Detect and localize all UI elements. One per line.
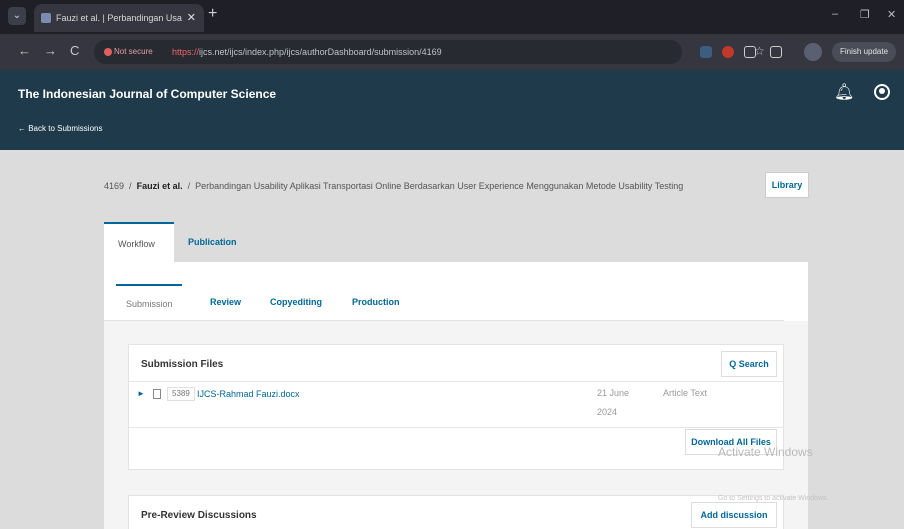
browser-tab-bar: ⌄ Fauzi et al. | Perbandingan Usa ✕ + – … xyxy=(0,0,904,34)
tab-copyediting[interactable]: Copyediting xyxy=(260,284,332,320)
finish-update-button[interactable]: Finish update xyxy=(832,42,897,62)
submission-stage-area: Submission Files Q Search ► 5389 IJCS-Ra… xyxy=(104,321,808,529)
app-header: The Indonesian Journal of Computer Scien… xyxy=(0,70,904,150)
workflow-panel: Submission Review Copyediting Production… xyxy=(104,262,808,529)
browser-tab[interactable]: Fauzi et al. | Perbandingan Usa ✕ xyxy=(34,4,204,32)
file-name-link[interactable]: IJCS-Rahmad Fauzi.docx xyxy=(197,389,300,399)
tab-production[interactable]: Production xyxy=(342,284,410,320)
user-account-icon[interactable] xyxy=(874,84,890,100)
extension-icon[interactable] xyxy=(722,46,734,58)
address-bar[interactable]: Not secure https://ijcs.net/ijcs/index.p… xyxy=(94,40,765,64)
forward-arrow-icon[interactable]: → xyxy=(44,43,57,58)
extensions-puzzle-icon[interactable] xyxy=(744,46,756,58)
extension-icon[interactable] xyxy=(700,46,712,58)
tab-search-menu-button[interactable]: ⌄ xyxy=(8,7,26,25)
submission-files-title: Submission Files xyxy=(141,359,224,370)
submission-authors: Fauzi et al. xyxy=(136,181,183,191)
journal-title[interactable]: The Indonesian Journal of Computer Scien… xyxy=(18,87,276,101)
tab-publication[interactable]: Publication xyxy=(174,222,251,262)
tab-title: Fauzi et al. | Perbandingan Usa xyxy=(56,13,182,23)
tab-workflow[interactable]: Workflow xyxy=(104,222,174,262)
breadcrumb-separator: / xyxy=(129,181,132,191)
url-scheme: https:// xyxy=(172,47,200,57)
back-to-submissions-link[interactable]: ← Back to Submissions xyxy=(18,124,102,133)
breadcrumb: 4169 / Fauzi et al. / Perbandingan Usabi… xyxy=(104,181,683,191)
browser-toolbar: ← → C Not secure https://ijcs.net/ijcs/i… xyxy=(0,34,904,70)
file-type: Article Text xyxy=(663,388,707,398)
url-text: https://ijcs.net/ijcs/index.php/ijcs/aut… xyxy=(172,45,442,59)
file-date-day: 21 June xyxy=(597,388,630,398)
submission-id: 4169 xyxy=(104,181,125,191)
submission-title: Perbandingan Usability Aplikasi Transpor… xyxy=(195,181,684,191)
new-tab-button[interactable]: + xyxy=(208,5,217,23)
divider xyxy=(129,427,783,428)
tab-submission[interactable]: Submission xyxy=(116,284,182,320)
maximize-icon[interactable]: ❐ xyxy=(860,8,870,21)
url-path: ijcs.net/ijcs/index.php/ijcs/authorDashb… xyxy=(199,47,442,57)
browser-profile-icon[interactable] xyxy=(804,43,822,61)
main-content: 4169 / Fauzi et al. / Perbandingan Usabi… xyxy=(0,150,904,529)
reload-icon[interactable]: C xyxy=(70,43,79,58)
activate-windows-subtext: Go to Settings to activate Windows. xyxy=(718,495,829,502)
file-id: 5389 xyxy=(167,387,195,401)
window-close-icon[interactable]: ✕ xyxy=(887,8,896,21)
minimize-icon[interactable]: – xyxy=(832,8,838,20)
discussions-title: Pre-Review Discussions xyxy=(141,510,257,521)
pre-review-discussions-panel: Pre-Review Discussions Add discussion xyxy=(128,495,784,529)
submission-files-panel: Submission Files Q Search ► 5389 IJCS-Ra… xyxy=(128,344,784,470)
expand-caret-icon[interactable]: ► xyxy=(137,389,145,398)
file-row: ► 5389 IJCS-Rahmad Fauzi.docx 21 June 20… xyxy=(129,382,783,427)
notification-bell-icon[interactable]: 🔔︎ xyxy=(834,82,854,102)
not-secure-badge[interactable]: Not secure xyxy=(102,45,158,59)
library-button[interactable]: Library xyxy=(765,172,809,198)
add-discussion-button[interactable]: Add discussion xyxy=(691,502,777,528)
search-files-button[interactable]: Q Search xyxy=(721,351,777,377)
back-arrow-icon[interactable]: ← xyxy=(18,43,31,58)
favicon-icon xyxy=(41,13,51,23)
document-icon xyxy=(153,389,161,399)
tab-review[interactable]: Review xyxy=(200,284,251,320)
activate-windows-watermark: Activate Windows xyxy=(718,445,813,459)
tab-close-icon[interactable]: ✕ xyxy=(187,4,196,32)
sidepanel-icon[interactable] xyxy=(770,46,782,58)
breadcrumb-separator: / xyxy=(187,181,191,191)
file-date-year: 2024 xyxy=(597,407,618,417)
